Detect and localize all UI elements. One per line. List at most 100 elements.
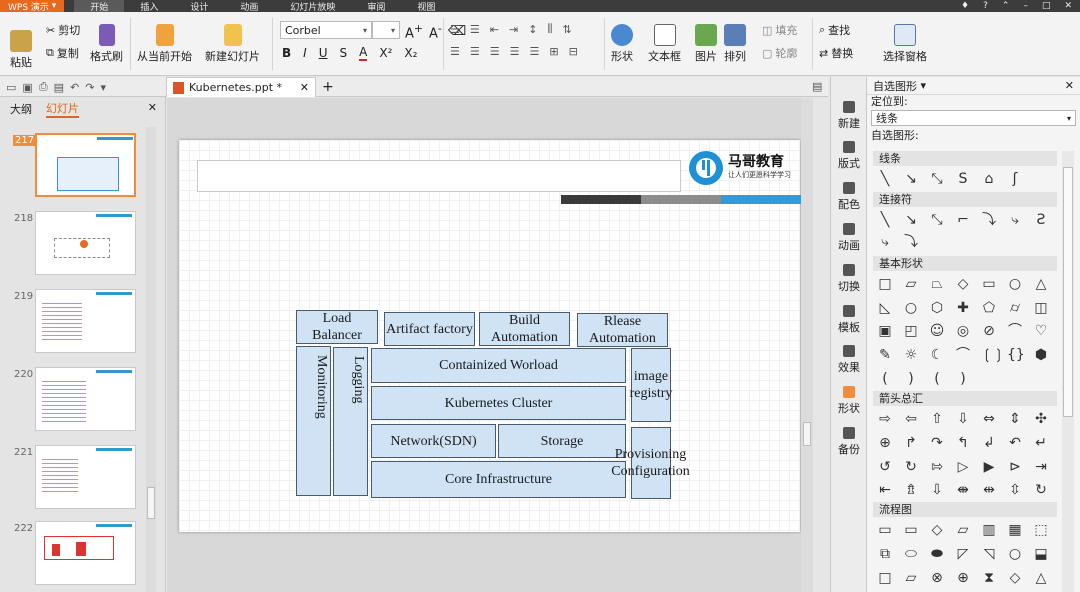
shape-option-icon[interactable]: ⊕ <box>877 435 893 451</box>
redo-icon[interactable]: ↷ <box>85 81 94 94</box>
align-left-icon[interactable]: ☰ <box>450 45 460 58</box>
shape-option-icon[interactable]: ⬠ <box>981 300 997 316</box>
undo-icon[interactable]: ↶ <box>70 81 79 94</box>
shape-option-icon[interactable]: ◫ <box>1033 300 1049 316</box>
textbox-button[interactable]: 文本框 <box>648 24 681 64</box>
tool-layout[interactable]: 版式 <box>831 141 867 171</box>
font-name-select[interactable]: Corbel ▾ <box>280 21 372 39</box>
shape-option-icon[interactable]: ▭ <box>877 522 893 538</box>
shape-option-icon[interactable]: ❲❳ <box>981 347 1004 363</box>
distribute-icon[interactable]: ☰ <box>530 45 540 58</box>
picture-button[interactable]: 图片 <box>695 24 717 64</box>
category-connectors[interactable]: 连接符 <box>873 192 1057 207</box>
fill-button[interactable]: ◫ 填充 <box>762 22 797 38</box>
shape-option-icon[interactable]: ⤷ <box>877 234 893 250</box>
bold-icon[interactable]: B <box>282 46 291 60</box>
panel-title[interactable]: 自选图形 <box>873 78 917 94</box>
shape-button[interactable]: 形状 <box>611 24 633 64</box>
tool-animation[interactable]: 动画 <box>831 223 867 253</box>
shape-option-icon[interactable]: ↶ <box>1007 435 1023 451</box>
shape-option-icon[interactable]: ⊘ <box>981 323 997 339</box>
shape-option-icon[interactable]: ○ <box>1007 546 1023 562</box>
shape-option-icon[interactable]: ⏢ <box>929 276 945 292</box>
shape-option-icon[interactable]: ⬡ <box>929 300 945 316</box>
slide-thumbnail[interactable]: 218 <box>0 211 150 283</box>
shape-option-icon[interactable]: ⇩ <box>929 482 945 498</box>
box-image-registry[interactable]: image registry <box>630 348 672 422</box>
paste-button[interactable]: 粘贴 <box>10 30 32 70</box>
box-containized-workload[interactable]: Containized Worload <box>371 348 626 383</box>
shape-option-icon[interactable]: ⇨ <box>877 411 893 427</box>
app-menu-button[interactable]: WPS 演示 ▾ <box>0 0 65 13</box>
shape-option-icon[interactable]: △ <box>1033 276 1049 292</box>
shape-option-icon[interactable]: ✚ <box>955 300 971 316</box>
shape-option-icon[interactable]: ↱ <box>903 435 919 451</box>
shape-option-icon[interactable]: ⤡ <box>929 212 945 228</box>
shape-option-icon[interactable]: Ƨ <box>1033 212 1049 228</box>
text-box-align-icon[interactable]: ⊞ <box>549 45 558 58</box>
open-icon[interactable]: ▭ <box>6 81 16 94</box>
box-release-automation[interactable]: Rlease Automation <box>577 313 668 347</box>
shape-option-icon[interactable]: ⇳ <box>1007 482 1023 498</box>
document-tab[interactable]: Kubernetes.ppt * ✕ <box>166 77 316 97</box>
copy-button[interactable]: ⧉ 复制 <box>46 45 79 61</box>
columns-icon[interactable]: ⫼ <box>547 22 552 36</box>
menu-tab-insert[interactable]: 插入 <box>124 0 174 13</box>
customize-icon[interactable]: ▾ <box>100 81 106 94</box>
outline-button[interactable]: ▢ 轮廓 <box>762 45 797 61</box>
underline-icon[interactable]: U <box>319 46 328 60</box>
box-kubernetes-cluster[interactable]: Kubernetes Cluster <box>371 386 626 420</box>
shape-option-icon[interactable]: ↲ <box>981 435 997 451</box>
category-lines[interactable]: 线条 <box>873 151 1057 166</box>
minimize-icon[interactable]: – <box>1023 1 1028 11</box>
tool-transition[interactable]: 切换 <box>831 264 867 294</box>
shape-option-icon[interactable]: ⇧ <box>929 411 945 427</box>
tab-outline[interactable]: 大纲 <box>10 101 32 117</box>
shape-option-icon[interactable]: ⌂ <box>981 171 997 187</box>
shape-option-icon[interactable]: ↘ <box>903 171 919 187</box>
shape-option-icon[interactable]: ▭ <box>903 522 919 538</box>
shape-option-icon[interactable]: S <box>955 171 971 187</box>
align-center-icon[interactable]: ☰ <box>470 45 480 58</box>
close-panel-icon[interactable]: ✕ <box>148 101 157 114</box>
shape-option-icon[interactable]: ☼ <box>903 347 919 363</box>
tab-list-icon[interactable]: ▤ <box>812 80 822 93</box>
shape-option-icon[interactable]: ⇹ <box>981 482 997 498</box>
shadow-icon[interactable]: S <box>340 46 348 60</box>
scroll-thumb[interactable] <box>1063 167 1073 417</box>
category-basic-shapes[interactable]: 基本形状 <box>873 256 1057 271</box>
skin-icon[interactable]: ♦ <box>961 1 969 11</box>
bullet-list-icon[interactable]: ☰ <box>450 23 460 36</box>
shape-option-icon[interactable]: ▣ <box>877 323 893 339</box>
shape-option-icon[interactable]: ☾ <box>929 347 945 363</box>
shape-option-icon[interactable]: ⤵ <box>981 212 997 228</box>
indent-icon[interactable]: ⇥ <box>509 23 518 36</box>
slides-scrollbar[interactable] <box>146 127 156 592</box>
menu-tab-view[interactable]: 视图 <box>401 0 451 13</box>
slide-thumbnail[interactable]: 219 <box>0 289 150 361</box>
line-spacing-icon[interactable]: ↕ <box>528 23 537 36</box>
tool-template[interactable]: 模板 <box>831 305 867 335</box>
font-size-select[interactable]: ▾ <box>372 21 400 39</box>
shape-option-icon[interactable]: ◇ <box>1007 570 1023 586</box>
box-network-sdn[interactable]: Network(SDN) <box>371 424 496 458</box>
shape-option-icon[interactable]: ⇤ <box>877 482 893 498</box>
shape-option-icon[interactable]: ☺ <box>929 323 945 339</box>
shape-option-icon[interactable]: ◇ <box>955 276 971 292</box>
shape-option-icon[interactable]: ʃ <box>1007 171 1023 187</box>
menu-tab-design[interactable]: 设计 <box>174 0 224 13</box>
shape-option-icon[interactable]: ▦ <box>1007 522 1023 538</box>
shape-option-icon[interactable]: ↵ <box>1033 435 1049 451</box>
shape-option-icon[interactable]: ◺ <box>877 300 893 316</box>
box-core-infrastructure[interactable]: Core Infrastructure <box>371 461 626 498</box>
slide-thumbnail[interactable]: 220 <box>0 367 150 439</box>
text-direction-icon[interactable]: ⇅ <box>562 23 571 36</box>
shape-option-icon[interactable]: ▱ <box>955 522 971 538</box>
box-artifact-factory[interactable]: Artifact factory <box>384 312 475 346</box>
shape-option-icon[interactable]: ◸ <box>955 546 971 562</box>
tool-effects[interactable]: 效果 <box>831 345 867 375</box>
menu-tab-animation[interactable]: 动画 <box>224 0 274 13</box>
shape-option-icon[interactable]: ✎ <box>877 347 893 363</box>
shape-option-icon[interactable]: ) <box>903 371 919 387</box>
numbered-list-icon[interactable]: ☰ <box>470 23 480 36</box>
